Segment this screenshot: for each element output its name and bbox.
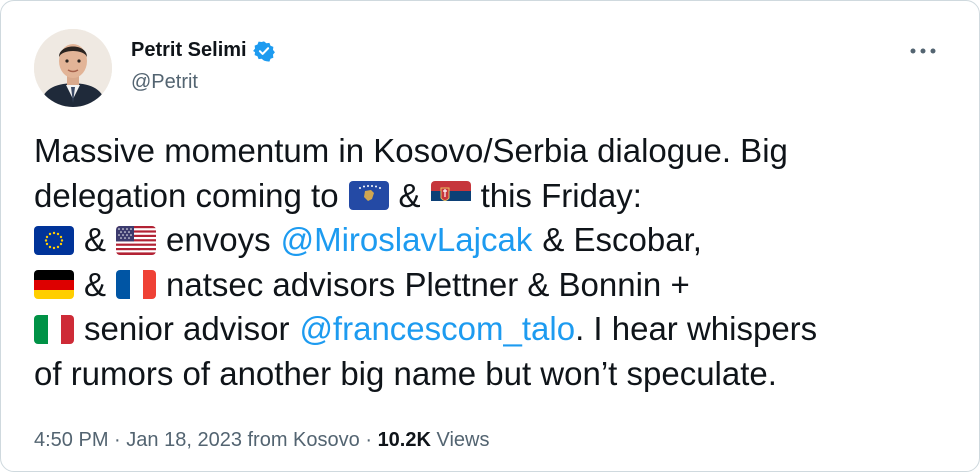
serbia-flag-icon bbox=[430, 181, 471, 211]
italy-flag-icon bbox=[34, 314, 74, 344]
france-flag-icon bbox=[116, 270, 157, 300]
avatar-image bbox=[34, 29, 112, 107]
kosovo-flag-icon bbox=[348, 181, 389, 211]
tweet-line-3: & envoys @MiroslavLajcak & Escobar, bbox=[34, 218, 954, 263]
tweet-text-segment: of rumors of another big name but won’t … bbox=[34, 354, 777, 392]
tweet-text: Massive momentum in Kosovo/Serbia dialog… bbox=[34, 129, 954, 396]
more-options-button[interactable] bbox=[901, 29, 945, 73]
tweet-line-4: & natsec advisors Plettner & Bonnin + bbox=[34, 263, 954, 308]
tweet-text-segment: senior advisor bbox=[84, 310, 290, 347]
author-handle[interactable]: @Petrit bbox=[131, 71, 198, 94]
eu-flag-icon bbox=[34, 225, 74, 255]
meta-separator: · bbox=[365, 429, 372, 451]
tweet-line-2: delegation coming to & this Friday: bbox=[34, 174, 954, 219]
author-name-row: Petrit Selimi bbox=[131, 39, 275, 62]
germany-flag-icon bbox=[34, 270, 74, 300]
tweet-text-segment: & bbox=[398, 176, 421, 214]
tweet-line-1: Massive momentum in Kosovo/Serbia dialog… bbox=[34, 129, 954, 174]
mention-link-francescom-talo[interactable]: @francescom_talo bbox=[299, 307, 575, 352]
avatar[interactable] bbox=[34, 29, 112, 107]
views-label: Views bbox=[436, 429, 490, 451]
more-options-icon bbox=[910, 48, 936, 54]
tweet-text-segment: & bbox=[84, 221, 107, 258]
verified-badge-icon[interactable] bbox=[252, 40, 275, 62]
tweet-text-segment: & Escobar, bbox=[542, 221, 702, 258]
tweet-line-6: of rumors of another big name but won’t … bbox=[34, 352, 954, 397]
tweet-text-segment: this Friday: bbox=[480, 176, 642, 214]
tweet-text-segment: delegation coming to bbox=[34, 176, 339, 214]
tweet-text-segment: envoys bbox=[166, 221, 271, 258]
meta-separator: · bbox=[114, 429, 121, 451]
tweet-line-5: senior advisor @francescom_talo . I hear… bbox=[34, 307, 954, 352]
tweet-text-segment: natsec advisors Plettner & Bonnin + bbox=[166, 265, 690, 303]
tweet-meta: 4:50 PM · Jan 18, 2023 from Kosovo · 10.… bbox=[34, 429, 490, 452]
tweet-text-segment: Massive momentum in Kosovo/Serbia dialog… bbox=[34, 132, 788, 169]
views-count: 10.2K bbox=[377, 429, 431, 451]
tweet-text-segment: . I hear whispers bbox=[575, 310, 818, 347]
tweet-timestamp-time[interactable]: 4:50 PM bbox=[34, 429, 108, 451]
tweet-text-segment: & bbox=[84, 265, 107, 303]
author-name[interactable]: Petrit Selimi bbox=[131, 39, 247, 62]
tweet-source-location: from Kosovo bbox=[247, 429, 360, 451]
mention-link-miroslavlajcak[interactable]: @MiroslavLajcak bbox=[281, 218, 533, 263]
tweet-card: Petrit Selimi @Petrit Massive momentum i… bbox=[0, 0, 980, 472]
tweet-timestamp-date[interactable]: Jan 18, 2023 bbox=[126, 429, 242, 451]
usa-flag-icon bbox=[116, 225, 157, 255]
